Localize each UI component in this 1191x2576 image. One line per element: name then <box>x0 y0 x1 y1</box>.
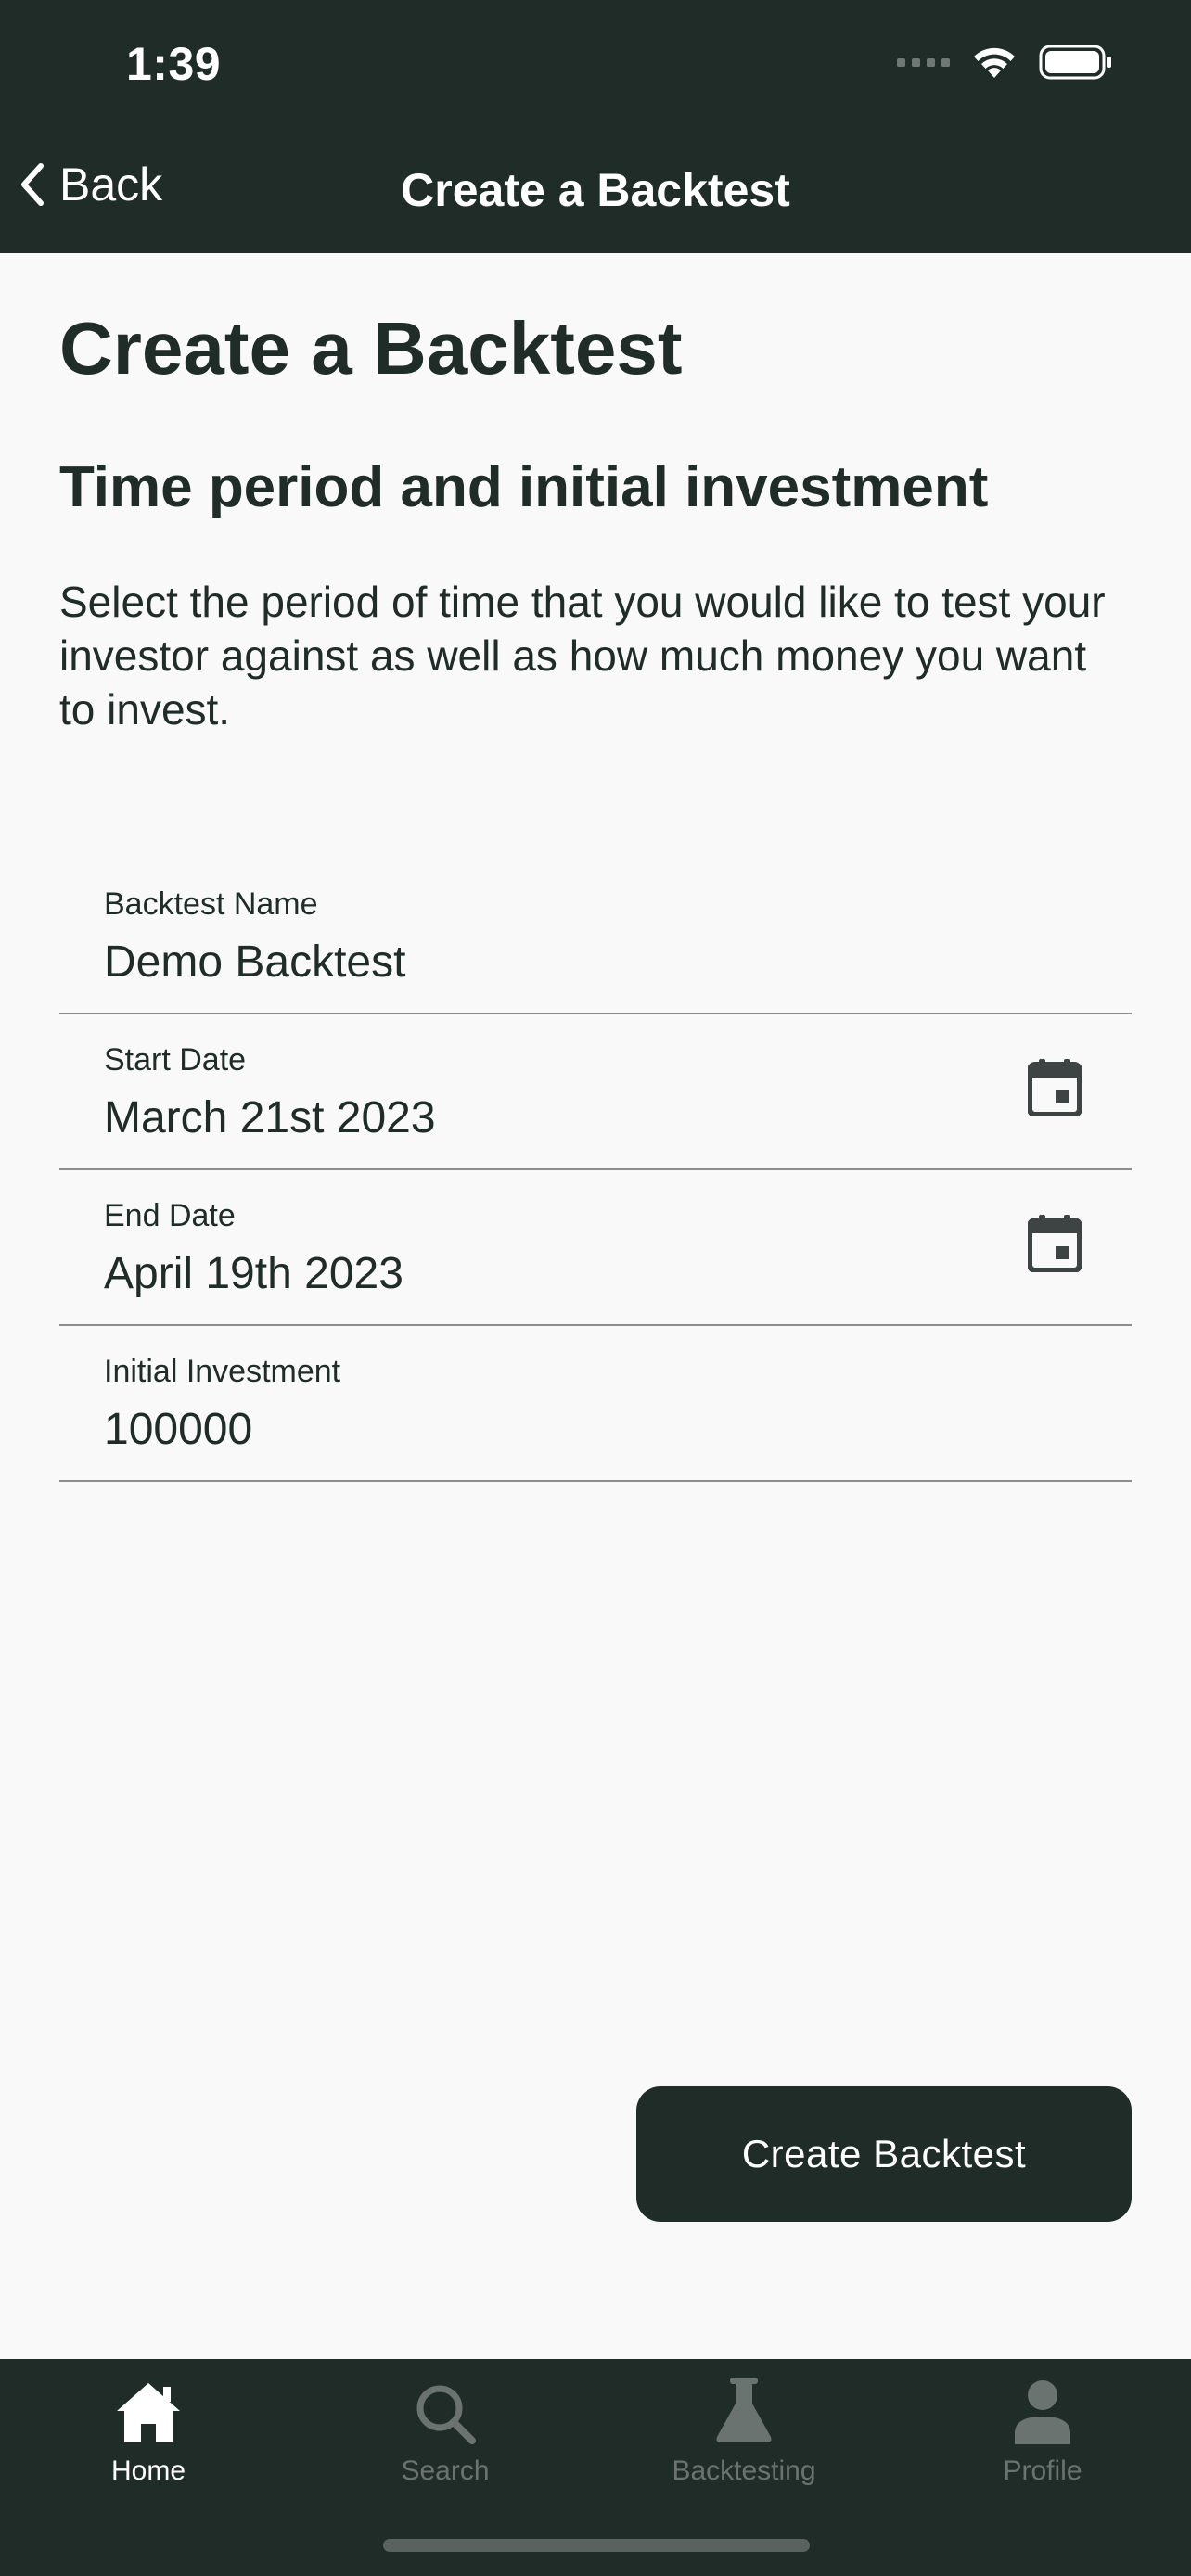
page-description: Select the period of time that you would… <box>59 578 1106 733</box>
battery-icon <box>1039 45 1113 80</box>
create-backtest-button[interactable]: Create Backtest <box>636 2086 1132 2222</box>
cellular-signal-icon <box>897 57 950 67</box>
nav-title: Create a Backtest <box>401 164 790 216</box>
field-label: Backtest Name <box>104 886 318 922</box>
home-icon <box>0 2374 297 2444</box>
start-date-field[interactable]: Start Date March 21st 2023 <box>59 1014 1132 1170</box>
initial-investment-field[interactable]: Initial Investment 100000 <box>59 1326 1132 1482</box>
backtest-name-field[interactable]: Backtest Name Demo Backtest <box>59 859 1132 1014</box>
tab-profile[interactable]: Profile <box>894 2374 1191 2487</box>
status-time: 1:39 <box>126 38 222 90</box>
field-value: 100000 <box>104 1405 253 1454</box>
tab-home[interactable]: Home <box>0 2374 297 2487</box>
field-value: March 21st 2023 <box>104 1093 436 1142</box>
home-indicator <box>383 2539 810 2552</box>
field-value: Demo Backtest <box>104 937 406 987</box>
app-screen: 1:39 Back Create a Backtest Create a Bac… <box>0 0 1191 2576</box>
search-icon <box>297 2374 594 2444</box>
person-icon <box>894 2374 1191 2444</box>
flask-icon <box>596 2374 892 2444</box>
tab-label: Home <box>110 2455 186 2486</box>
field-value: April 19th 2023 <box>104 1249 403 1298</box>
end-date-field[interactable]: End Date April 19th 2023 <box>59 1170 1132 1326</box>
tab-label: Backtesting <box>672 2455 816 2486</box>
page-title: Create a Backtest <box>59 307 683 389</box>
field-label: End Date <box>104 1198 236 1233</box>
section-title: Time period and initial investment <box>59 455 989 519</box>
calendar-icon[interactable] <box>1027 1059 1082 1121</box>
field-label: Initial Investment <box>104 1354 341 1389</box>
wifi-icon <box>970 45 1018 80</box>
top-bar: 1:39 Back Create a Backtest <box>0 0 1191 253</box>
field-label: Start Date <box>104 1042 247 1078</box>
tab-search[interactable]: Search <box>297 2374 594 2487</box>
status-indicators <box>897 45 1113 80</box>
tab-label: Profile <box>1003 2455 1082 2486</box>
tab-label: Search <box>401 2455 490 2486</box>
tab-backtesting[interactable]: Backtesting <box>596 2374 892 2487</box>
calendar-icon[interactable] <box>1027 1215 1082 1277</box>
